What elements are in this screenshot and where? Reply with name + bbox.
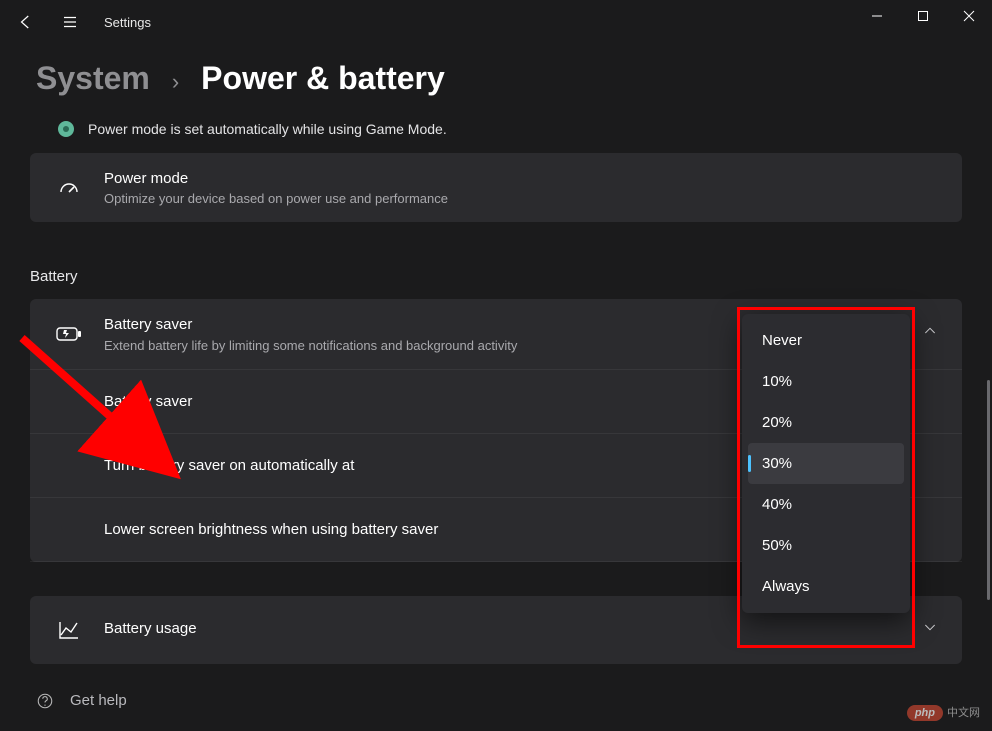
info-banner: Power mode is set automatically while us… [58, 121, 962, 137]
breadcrumb: System › Power & battery [36, 60, 962, 97]
battery-section-label: Battery [30, 268, 962, 285]
minimize-button[interactable] [854, 0, 900, 32]
back-button[interactable] [4, 0, 48, 44]
dropdown-option-always[interactable]: Always [748, 566, 904, 607]
maximize-icon [917, 10, 929, 22]
dropdown-option-20[interactable]: 20% [748, 402, 904, 443]
battery-usage-title: Battery usage [104, 619, 882, 639]
arrow-left-icon [17, 13, 35, 31]
maximize-button[interactable] [900, 0, 946, 32]
title-bar: Settings [0, 0, 992, 44]
app-title: Settings [92, 15, 151, 30]
dropdown-option-30[interactable]: 30% [748, 443, 904, 484]
game-mode-icon [58, 121, 74, 137]
hamburger-icon [61, 13, 79, 31]
dropdown-option-10[interactable]: 10% [748, 361, 904, 402]
info-banner-text: Power mode is set automatically while us… [88, 121, 447, 137]
auto-turn-on-dropdown[interactable]: Never 10% 20% 30% 40% 50% Always [742, 314, 910, 613]
chart-line-icon [57, 618, 81, 642]
page-title: Power & battery [201, 60, 445, 97]
power-mode-panel[interactable]: Power mode Optimize your device based on… [30, 153, 962, 222]
breadcrumb-parent[interactable]: System [36, 60, 150, 97]
get-help-link[interactable]: Get help [36, 692, 962, 710]
dropdown-option-50[interactable]: 50% [748, 525, 904, 566]
power-mode-subtitle: Optimize your device based on power use … [104, 191, 938, 206]
chevron-right-icon: › [172, 69, 179, 95]
minimize-icon [871, 10, 883, 22]
window-controls [854, 0, 992, 32]
dropdown-option-never[interactable]: Never [748, 320, 904, 361]
power-mode-title: Power mode [104, 169, 938, 189]
scrollbar[interactable] [987, 380, 990, 600]
close-icon [963, 10, 975, 22]
chevron-up-icon [922, 323, 938, 339]
gauge-icon [57, 176, 81, 200]
menu-button[interactable] [48, 0, 92, 44]
dropdown-option-40[interactable]: 40% [748, 484, 904, 525]
chevron-down-icon [922, 619, 938, 635]
close-button[interactable] [946, 0, 992, 32]
help-icon [36, 692, 54, 710]
battery-saver-icon [56, 325, 82, 343]
watermark: php中文网 [907, 704, 980, 721]
